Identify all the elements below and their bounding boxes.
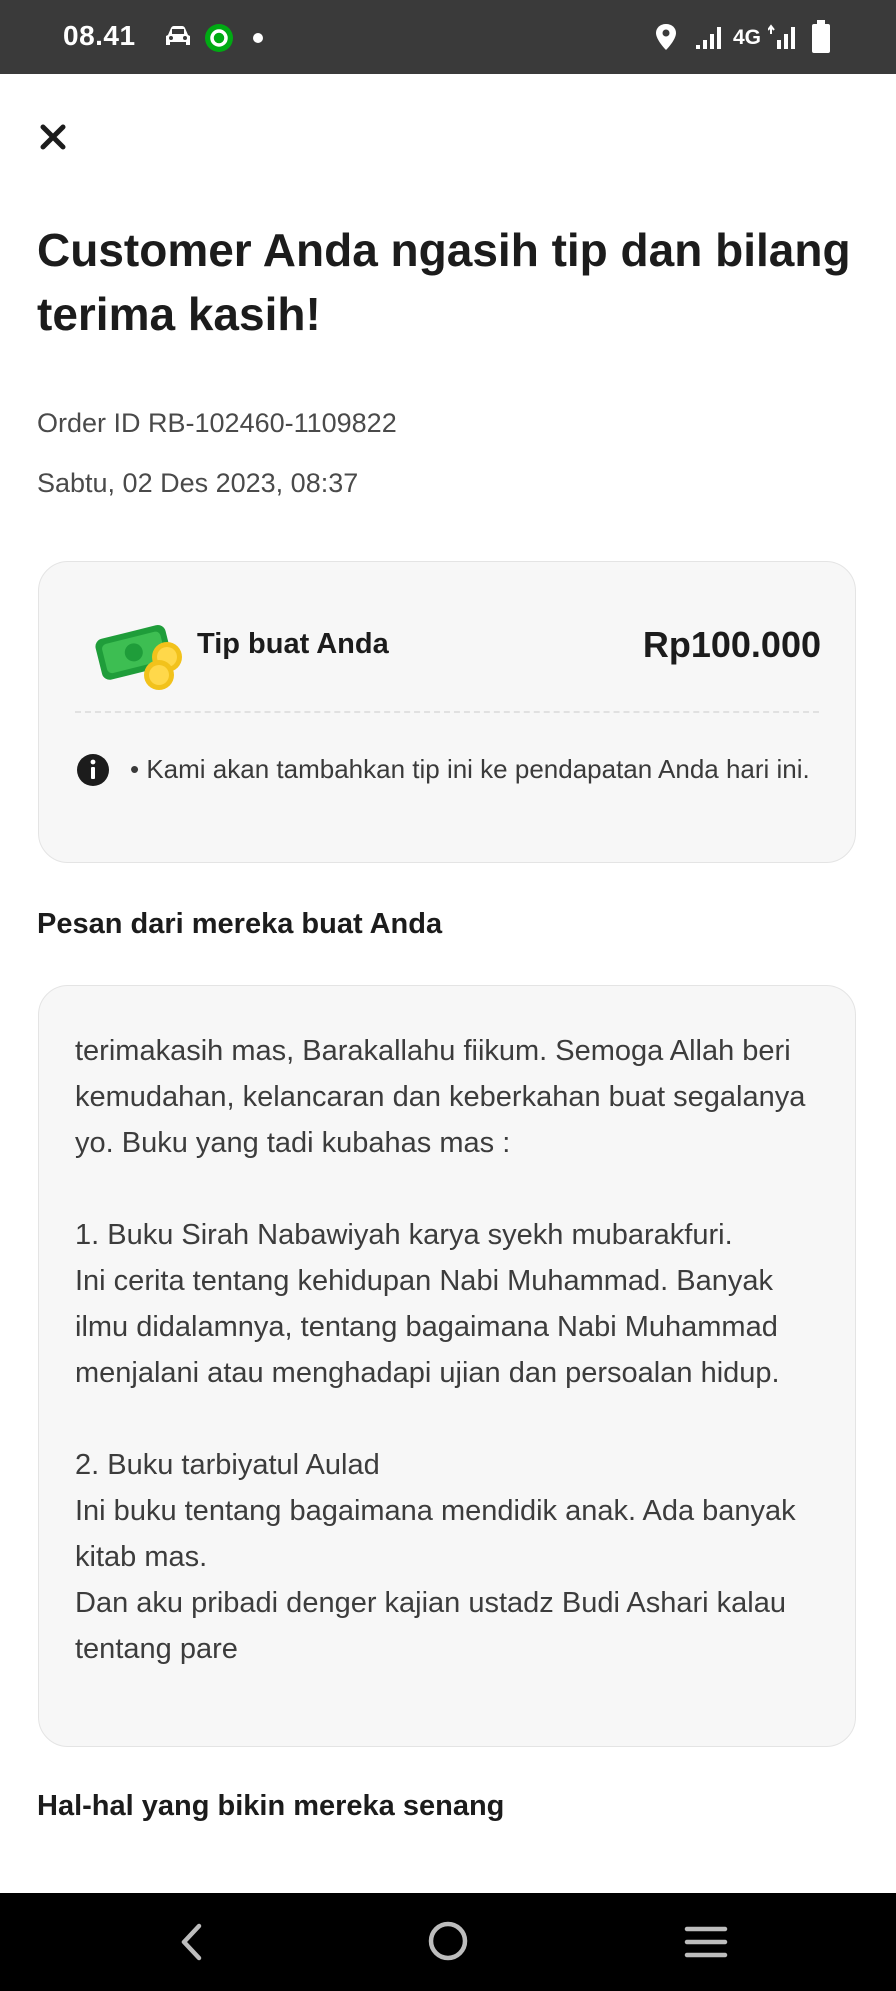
tip-info-text: • Kami akan tambahkan tip ini ke pendapa… bbox=[130, 754, 810, 784]
tip-label: Tip buat Anda bbox=[197, 628, 389, 660]
money-coins-icon bbox=[95, 625, 182, 690]
signal-icon bbox=[696, 27, 721, 49]
message-section-title: Pesan dari mereka buat Anda bbox=[37, 908, 443, 940]
status-time: 08.41 bbox=[63, 20, 136, 51]
signal-4g-icon bbox=[768, 24, 795, 49]
page-title: Customer Anda ngasih tip dan bilang teri… bbox=[37, 224, 851, 340]
car-icon bbox=[166, 26, 190, 45]
order-id: Order ID RB-102460-1109822 bbox=[37, 408, 397, 438]
divider bbox=[75, 711, 819, 713]
likes-section-title: Hal-hal yang bikin mereka senang bbox=[37, 1790, 505, 1822]
network-type-label: 4G bbox=[733, 26, 762, 49]
app-notification-icon bbox=[205, 24, 233, 52]
navigation-bar bbox=[0, 1893, 896, 1991]
location-icon bbox=[656, 24, 676, 50]
customer-message: terimakasih mas, Barakallahu fiikum. Sem… bbox=[75, 1035, 806, 1665]
close-icon bbox=[40, 124, 66, 150]
tip-amount: Rp100.000 bbox=[642, 624, 821, 665]
close-button[interactable] bbox=[34, 118, 72, 156]
tip-card: Tip buat Anda Rp100.000 • Kami akan tamb… bbox=[38, 561, 856, 863]
home-icon[interactable] bbox=[427, 1920, 469, 1962]
back-icon[interactable] bbox=[172, 1921, 212, 1963]
battery-icon bbox=[812, 20, 830, 53]
recents-icon[interactable] bbox=[684, 1923, 728, 1961]
info-icon bbox=[77, 754, 109, 786]
status-bar: 08.41 4G bbox=[0, 0, 896, 74]
order-datetime: Sabtu, 02 Des 2023, 08:37 bbox=[37, 468, 359, 498]
dot-icon bbox=[253, 33, 263, 43]
message-card: terimakasih mas, Barakallahu fiikum. Sem… bbox=[38, 985, 856, 1747]
